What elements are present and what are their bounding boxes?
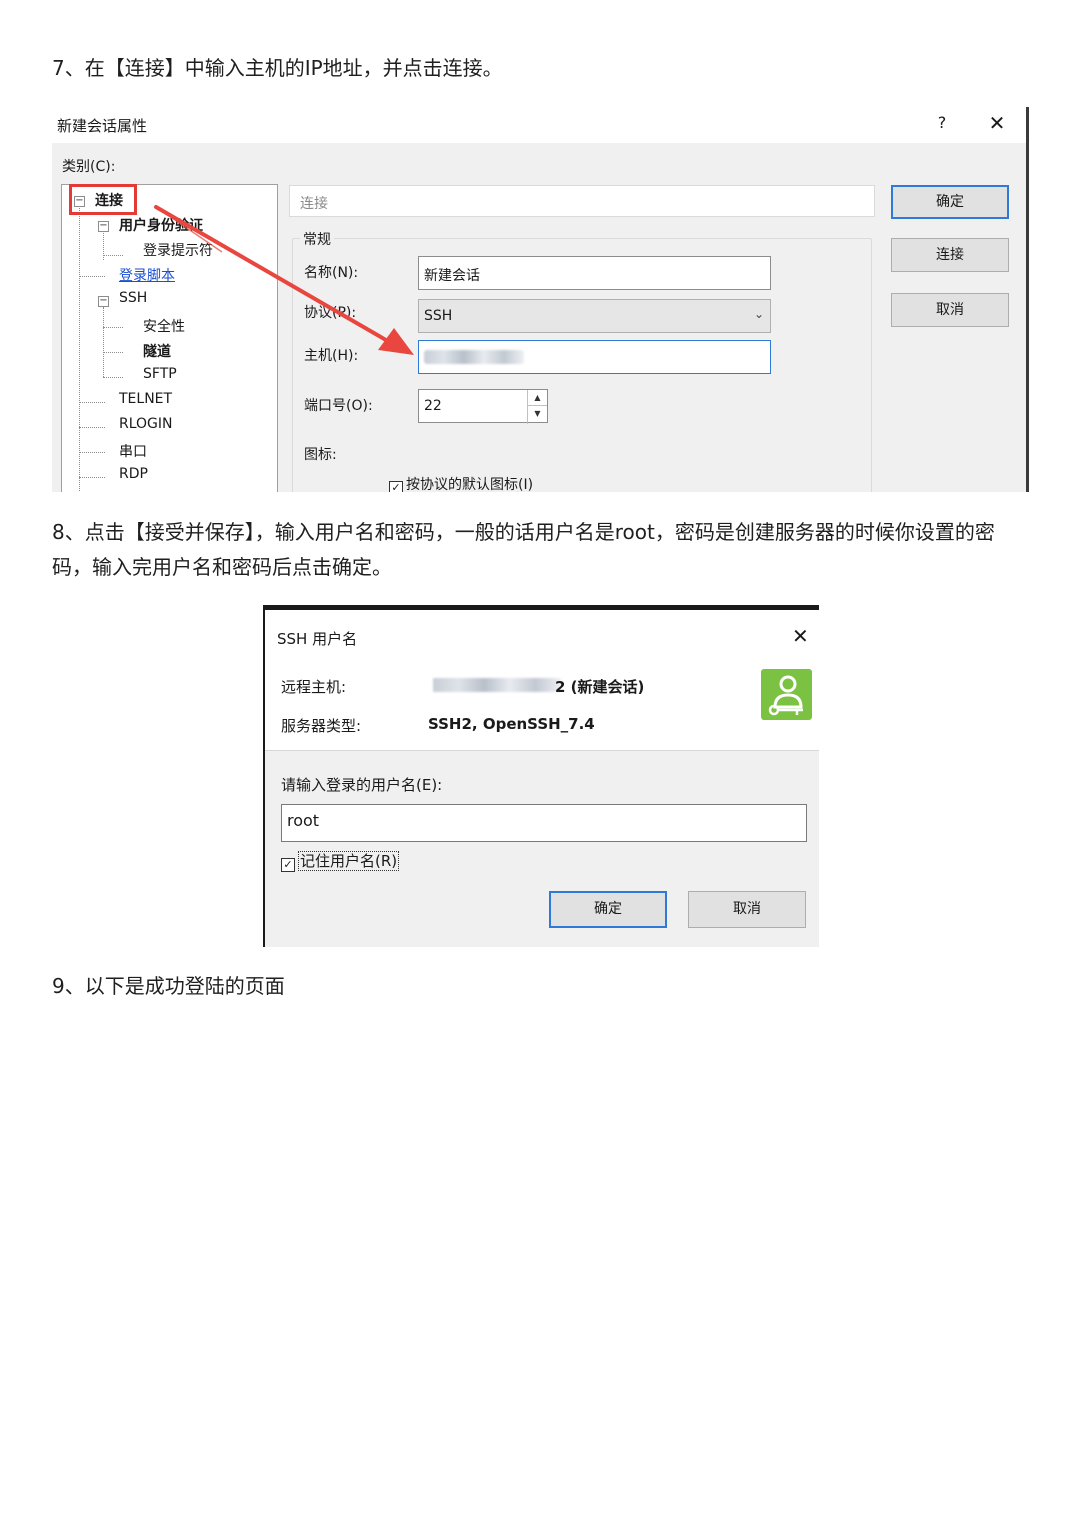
remember-username-checkbox[interactable]: ✓ 记住用户名(R) bbox=[281, 850, 400, 872]
remember-username-label: 记住用户名(R) bbox=[298, 851, 400, 871]
step-7-text: 7、在【连接】中输入主机的IP地址，并点击连接。 bbox=[52, 56, 503, 80]
user-key-icon bbox=[761, 669, 812, 720]
redacted-host bbox=[433, 678, 561, 692]
dialog-title: SSH 用户名 bbox=[277, 630, 358, 648]
dialog-header: SSH 用户名 ✕ 远程主机: 2 (新建会话) 服务器类型: SSH2, Op… bbox=[265, 610, 819, 751]
checkbox-checked-icon[interactable]: ✓ bbox=[281, 858, 295, 872]
remote-host-label: 远程主机: bbox=[281, 678, 347, 696]
close-icon[interactable]: ✕ bbox=[792, 624, 809, 648]
server-type-value: SSH2, OpenSSH_7.4 bbox=[428, 715, 595, 733]
step-9-text: 9、以下是成功登陆的页面 bbox=[52, 974, 285, 998]
window-border bbox=[263, 605, 819, 610]
server-type-label: 服务器类型: bbox=[281, 717, 362, 735]
cancel-button[interactable]: 取消 bbox=[688, 891, 806, 928]
window-border bbox=[263, 605, 265, 947]
username-input[interactable]: root bbox=[281, 804, 807, 842]
remote-host-value: 2 (新建会话) bbox=[555, 678, 645, 696]
annotation-arrow bbox=[154, 205, 414, 355]
username-prompt: 请输入登录的用户名(E): bbox=[281, 776, 443, 794]
session-properties-screenshot: 新建会话属性 ? ✕ 类别(C): − 连接 − 用户身份验证 登录提示符 登录… bbox=[52, 107, 1030, 492]
ssh-username-screenshot: SSH 用户名 ✕ 远程主机: 2 (新建会话) 服务器类型: SSH2, Op… bbox=[263, 605, 819, 947]
ok-button[interactable]: 确定 bbox=[549, 891, 667, 928]
step-8-text: 8、点击【接受并保存】，输入用户名和密码，一般的话用户名是root，密码是创建服… bbox=[52, 520, 995, 579]
